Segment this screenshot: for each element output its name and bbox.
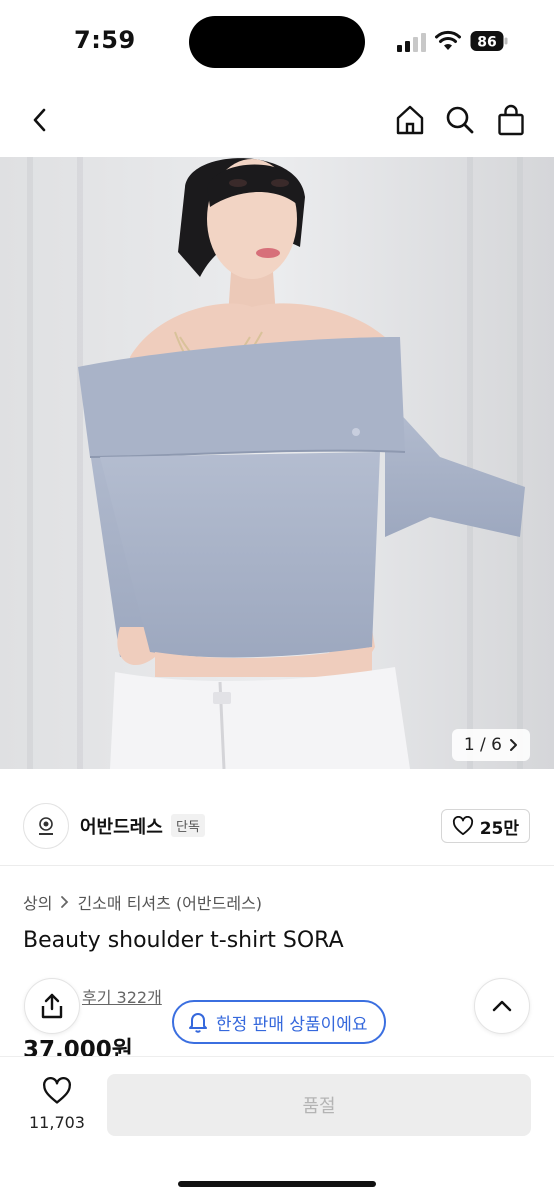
share-button[interactable] — [24, 978, 80, 1034]
cart-button[interactable] — [491, 100, 531, 140]
battery-level: 86 — [477, 35, 496, 51]
limited-sale-banner: 한정 판매 상품이에요 — [172, 1000, 386, 1044]
breadcrumb-item[interactable]: 상의 — [23, 890, 52, 914]
share-icon — [41, 993, 63, 1019]
product-title: Beauty shoulder t-shirt SORA — [23, 928, 344, 953]
home-icon — [396, 105, 424, 135]
chevron-up-icon — [492, 1000, 512, 1012]
heart-icon — [43, 1077, 71, 1104]
breadcrumb-item[interactable]: 긴소매 티셔츠 (어반드레스) — [77, 890, 262, 914]
exclusive-badge: 단독 — [171, 814, 205, 837]
home-indicator — [178, 1181, 376, 1187]
chevron-right-icon — [510, 739, 517, 751]
search-icon — [446, 106, 474, 134]
breadcrumb: 상의 긴소매 티셔츠 (어반드레스) — [23, 890, 262, 914]
product-image-carousel[interactable]: 1 / 6 — [0, 157, 554, 769]
seller-logo[interactable] — [23, 803, 69, 849]
soldout-button[interactable]: 품절 — [107, 1074, 531, 1136]
gallery-counter[interactable]: 1 / 6 — [451, 729, 530, 761]
cellular-signal-icon — [397, 33, 426, 52]
heart-icon — [452, 816, 473, 836]
bell-icon — [189, 1013, 207, 1033]
scroll-top-button[interactable] — [474, 978, 530, 1034]
status-time: 7:59 — [74, 26, 136, 54]
status-bar: 7:59 86 — [0, 0, 554, 80]
review-link[interactable]: 후기 322개 — [82, 984, 162, 1008]
back-button[interactable] — [22, 100, 58, 140]
wishlist-button[interactable]: 11,703 — [28, 1077, 86, 1132]
wifi-icon — [435, 30, 461, 50]
seller-like-button[interactable]: 25만 — [440, 809, 530, 843]
brand-logo-icon — [39, 817, 53, 835]
seller-name[interactable]: 어반드레스 — [80, 813, 163, 839]
home-button[interactable] — [390, 100, 430, 140]
bottom-action-bar: 11,703 품절 — [0, 1056, 554, 1201]
limited-sale-text: 한정 판매 상품이에요 — [216, 1014, 368, 1035]
seller-like-count: 25만 — [479, 818, 519, 839]
battery-icon: 86 — [470, 31, 508, 51]
seller-row: 어반드레스 단독 25만 — [0, 785, 554, 866]
product-photo — [0, 157, 554, 769]
chevron-right-icon — [61, 896, 69, 908]
shopping-bag-icon — [498, 104, 524, 136]
dynamic-island — [189, 16, 365, 68]
top-nav — [0, 90, 554, 154]
chevron-left-icon — [33, 108, 46, 132]
gallery-counter-text: 1 / 6 — [463, 735, 502, 755]
search-button[interactable] — [440, 100, 480, 140]
wishlist-count: 11,703 — [29, 1113, 85, 1132]
